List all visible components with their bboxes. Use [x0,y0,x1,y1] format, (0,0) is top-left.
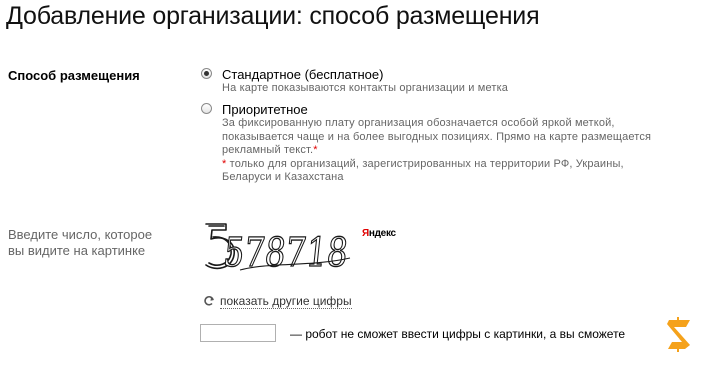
radio-standard[interactable] [201,68,212,79]
footnote-line: * только для организаций, зарегистрирова… [222,158,651,172]
description-line: показывается чаще и на более выгодных по… [222,130,652,143]
footnote-marker: * [313,144,318,156]
footnote-line: Беларуси и Казахстана [222,171,344,183]
page-title: Добавление организации: способ размещени… [6,2,540,30]
captcha-digits: 578718 [221,230,350,276]
option-standard-label[interactable]: Стандартное (бесплатное) [222,67,383,82]
option-priority-description: За фиксированную плату организация обозн… [222,117,651,185]
description-line: За фиксированную плату организация обозн… [222,117,615,129]
option-standard-description: На карте показываются контакты организац… [222,82,508,96]
radio-selected-dot [204,71,209,76]
captcha-hint: — робот не сможет ввести цифры с картинк… [290,327,626,341]
captcha-image: 578718 [205,223,351,276]
description-text: рекламный текст. [222,144,314,156]
captcha-label-line: вы видите на картинке [8,243,146,258]
description-line: На карте показываются контакты организац… [222,82,509,94]
radio-priority[interactable] [201,103,212,114]
description-line: рекламный текст.* [222,144,651,158]
yandex-logo-first-letter: Я [362,228,369,239]
captcha-input[interactable] [200,324,276,342]
refresh-icon [204,296,214,306]
option-priority-label[interactable]: Приоритетное [222,102,308,117]
captcha-label-line: Введите число, которое [8,227,153,242]
yandex-logo: Яндекс [362,228,396,239]
z-badge-letter: Z [679,339,680,341]
refresh-captcha-label[interactable]: показать другие цифры [220,294,352,309]
placement-label: Способ размещения [8,68,140,83]
captcha-label: Введите число, которое вы видите на карт… [8,227,178,259]
yandex-z-badge-icon[interactable]: Z [664,316,694,352]
yandex-logo-rest: ндекс [368,228,396,239]
footnote-text: только для организаций, зарегистрированн… [226,157,624,170]
